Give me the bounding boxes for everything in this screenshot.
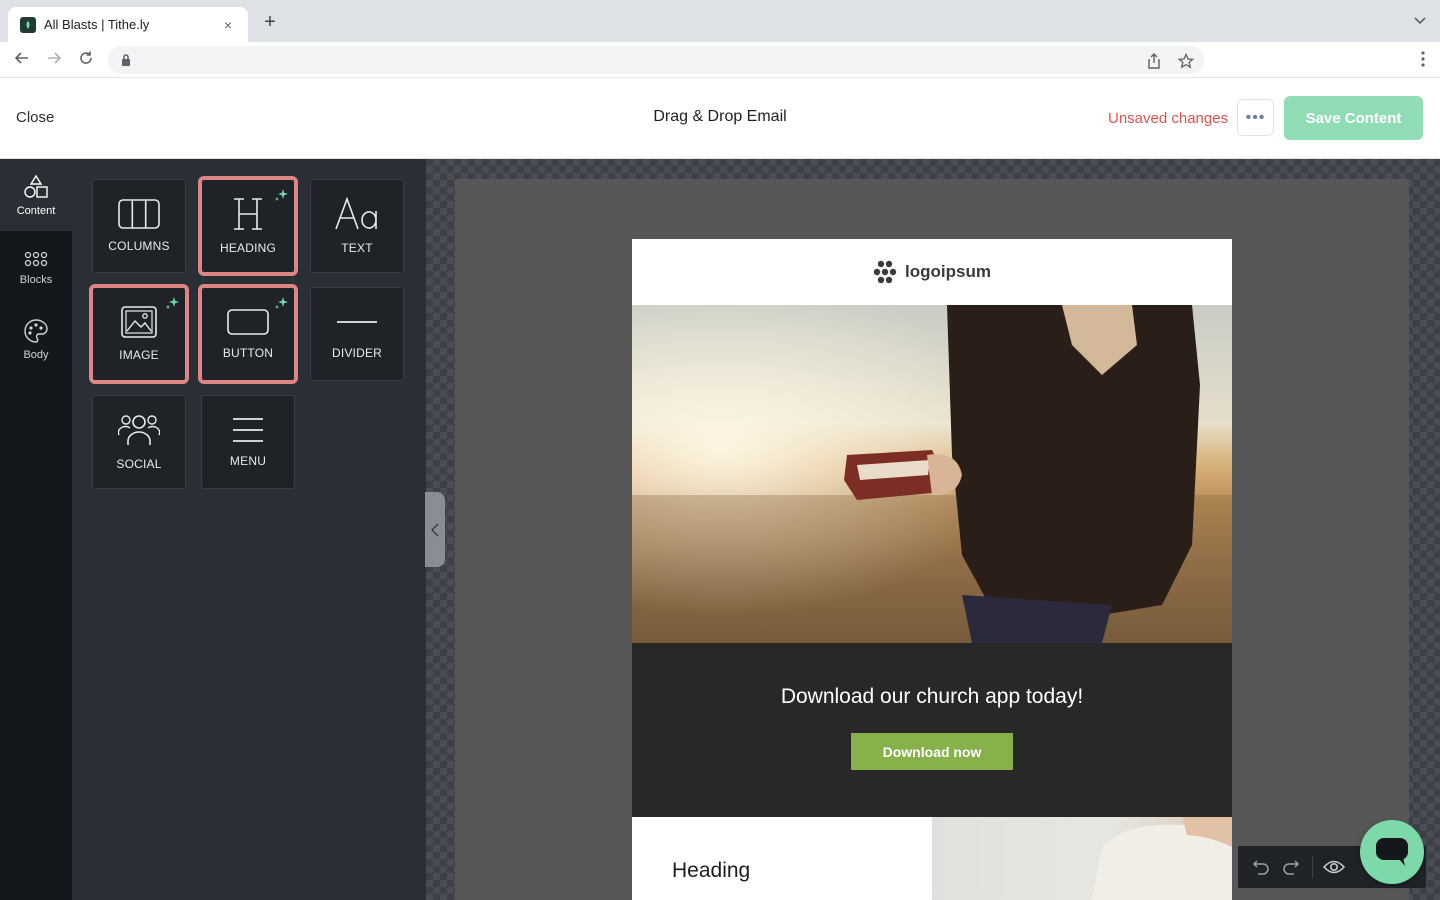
chat-support-button[interactable] bbox=[1360, 820, 1424, 884]
tile-label: COLUMNS bbox=[108, 239, 170, 253]
sidebar-item-label: Blocks bbox=[19, 273, 53, 286]
sidebar-item-label: Body bbox=[23, 348, 49, 361]
download-now-button[interactable]: Download now bbox=[851, 733, 1013, 770]
email-logo-row[interactable]: logoipsum bbox=[632, 239, 1232, 305]
social-icon bbox=[118, 415, 160, 445]
editor-header: Close Drag & Drop Email Unsaved changes … bbox=[0, 78, 1440, 159]
tile-label: MENU bbox=[229, 454, 267, 468]
back-arrow-icon[interactable] bbox=[12, 50, 32, 70]
tile-label: HEADING bbox=[219, 241, 277, 255]
address-bar[interactable] bbox=[108, 46, 1204, 74]
tab-close-icon[interactable]: × bbox=[220, 17, 236, 33]
sidebar-rail: Content Blocks Body bbox=[0, 159, 72, 900]
tile-heading[interactable]: HEADING bbox=[198, 176, 298, 276]
lock-icon bbox=[121, 53, 131, 67]
browser-menu-icon[interactable] bbox=[1420, 51, 1426, 69]
section-heading[interactable]: Heading bbox=[672, 859, 750, 883]
columns-icon bbox=[118, 199, 160, 229]
preview-eye-icon[interactable] bbox=[1319, 852, 1349, 882]
tile-divider[interactable]: DIVIDER bbox=[310, 287, 404, 381]
menu-icon bbox=[233, 418, 263, 442]
reload-icon[interactable] bbox=[76, 50, 96, 70]
sidebar-item-content[interactable]: Content bbox=[0, 159, 72, 231]
sidebar-item-label: Content bbox=[16, 204, 56, 217]
shapes-icon bbox=[24, 174, 48, 198]
content-column-left[interactable]: Heading bbox=[632, 817, 932, 900]
chevron-left-icon bbox=[431, 522, 439, 537]
cta-heading[interactable]: Download our church app today! bbox=[632, 685, 1232, 709]
tile-label: SOCIAL bbox=[116, 457, 162, 471]
divider-icon bbox=[337, 321, 377, 323]
text-icon bbox=[335, 197, 377, 230]
tile-label: DIVIDER bbox=[331, 346, 383, 360]
palette-icon bbox=[24, 318, 48, 343]
bookmark-star-icon[interactable] bbox=[1177, 52, 1195, 69]
content-column-image[interactable] bbox=[932, 817, 1232, 900]
tab-search-chevron-icon[interactable] bbox=[1414, 14, 1426, 28]
hero-photo bbox=[632, 305, 1232, 643]
redo-icon[interactable] bbox=[1276, 852, 1306, 882]
sparkle-icon bbox=[275, 297, 288, 309]
tab-title: All Blasts | Tithe.ly bbox=[44, 17, 150, 32]
tile-menu[interactable]: MENU bbox=[201, 395, 295, 489]
email-preview: logoipsum Download our church app today!… bbox=[632, 239, 1232, 900]
share-icon[interactable] bbox=[1146, 53, 1162, 69]
person-photo bbox=[1092, 817, 1232, 900]
tile-button[interactable]: BUTTON bbox=[198, 284, 298, 384]
logoipsum-logo-icon bbox=[873, 260, 897, 284]
browser-tab-bar: All Blasts | Tithe.ly × + bbox=[0, 0, 1440, 42]
tile-columns[interactable]: COLUMNS bbox=[92, 179, 186, 273]
tile-label: IMAGE bbox=[119, 348, 159, 362]
unsaved-status: Unsaved changes bbox=[1108, 110, 1229, 127]
new-tab-icon[interactable]: + bbox=[258, 12, 282, 32]
tile-social[interactable]: SOCIAL bbox=[92, 395, 186, 489]
toolbar-divider bbox=[1312, 856, 1313, 878]
browser-toolbar bbox=[0, 42, 1440, 78]
hero-image[interactable] bbox=[632, 305, 1232, 643]
browser-tab[interactable]: All Blasts | Tithe.ly × bbox=[8, 7, 248, 42]
save-content-button[interactable]: Save Content bbox=[1284, 96, 1423, 140]
undo-icon[interactable] bbox=[1246, 852, 1276, 882]
chat-bubble-icon bbox=[1376, 838, 1408, 866]
more-options-button[interactable]: ••• bbox=[1237, 99, 1274, 136]
button-icon bbox=[227, 309, 269, 335]
collapse-panel-handle[interactable] bbox=[425, 492, 445, 567]
sparkle-icon bbox=[166, 297, 179, 309]
forward-arrow-icon[interactable] bbox=[44, 50, 64, 70]
tithely-favicon-icon bbox=[20, 16, 36, 33]
tile-text[interactable]: TEXT bbox=[310, 179, 404, 273]
tile-label: BUTTON bbox=[222, 346, 274, 360]
tile-image[interactable]: IMAGE bbox=[89, 284, 189, 384]
logo-text: logoipsum bbox=[905, 262, 991, 281]
cta-section[interactable]: Download our church app today! Download … bbox=[632, 643, 1232, 817]
sidebar-item-body[interactable]: Body bbox=[0, 303, 72, 375]
image-icon bbox=[121, 306, 157, 338]
tile-label: TEXT bbox=[341, 241, 373, 255]
heading-icon bbox=[234, 198, 262, 230]
grid-icon bbox=[24, 251, 48, 266]
sidebar-item-blocks[interactable]: Blocks bbox=[0, 231, 72, 303]
more-dots-icon: ••• bbox=[1245, 108, 1266, 126]
sparkle-icon bbox=[275, 189, 288, 201]
